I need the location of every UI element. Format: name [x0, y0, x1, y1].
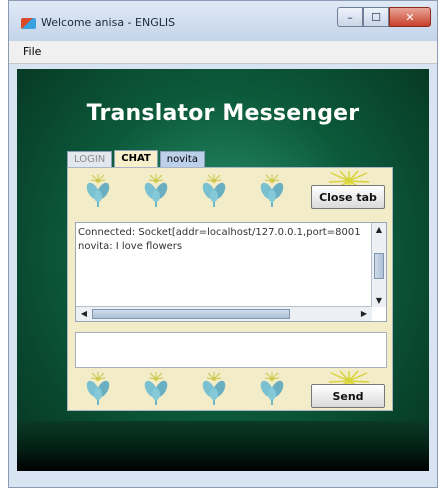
tab-login[interactable]: LOGIN — [67, 151, 113, 167]
vertical-scrollbar[interactable]: ▲ ▼ — [371, 223, 386, 307]
scroll-left-icon[interactable]: ◀ — [77, 307, 91, 320]
title-bar[interactable]: Welcome anisa - ENGLIS – ☐ ✕ — [9, 1, 437, 41]
menu-bar: File — [9, 41, 437, 64]
chat-log[interactable]: Connected: Socket[addr=localhost/127.0.0… — [75, 222, 387, 322]
flower-icon — [199, 372, 229, 406]
menu-file[interactable]: File — [23, 45, 41, 58]
window-title: Welcome anisa - ENGLIS — [41, 16, 176, 29]
chat-messages: Connected: Socket[addr=localhost/127.0.0… — [78, 226, 370, 302]
send-button[interactable]: Send — [311, 384, 385, 408]
flower-row-bottom — [82, 372, 288, 406]
window-controls: – ☐ ✕ — [337, 7, 431, 27]
close-window-button[interactable]: ✕ — [389, 7, 431, 27]
background-band — [17, 421, 429, 471]
flower-icon — [257, 372, 287, 406]
scroll-up-icon[interactable]: ▲ — [372, 223, 386, 236]
scroll-right-icon[interactable]: ▶ — [357, 307, 371, 320]
tab-chat[interactable]: CHAT — [114, 150, 158, 167]
flower-icon — [83, 372, 113, 406]
app-title: Translator Messenger — [86, 101, 360, 126]
horizontal-scroll-thumb[interactable] — [92, 309, 290, 319]
chat-panel: Close tab Connected: Socket[addr=localho… — [67, 167, 393, 411]
flower-icon — [83, 174, 113, 208]
message-input[interactable] — [75, 332, 387, 368]
chat-message: novita: I love flowers — [78, 241, 183, 252]
maximize-button[interactable]: ☐ — [363, 7, 389, 27]
flower-icon — [199, 174, 229, 208]
flower-icon — [141, 174, 171, 208]
flower-row-top — [82, 174, 288, 208]
chat-message: Connected: Socket[addr=localhost/127.0.0… — [78, 227, 361, 238]
close-tab-button[interactable]: Close tab — [311, 185, 385, 209]
main-content: Translator Messenger LOGIN CHAT novita C… — [17, 69, 429, 471]
java-app-icon — [21, 18, 36, 29]
tab-bar: LOGIN CHAT novita — [67, 150, 207, 167]
flower-icon — [141, 372, 171, 406]
app-window: Welcome anisa - ENGLIS – ☐ ✕ File Transl… — [8, 0, 438, 488]
minimize-button[interactable]: – — [337, 7, 363, 27]
vertical-scroll-thumb[interactable] — [374, 253, 384, 279]
scroll-down-icon[interactable]: ▼ — [372, 294, 386, 307]
tab-novita[interactable]: novita — [159, 151, 205, 167]
flower-icon — [257, 174, 287, 208]
horizontal-scrollbar[interactable]: ◀ ▶ — [76, 306, 372, 321]
